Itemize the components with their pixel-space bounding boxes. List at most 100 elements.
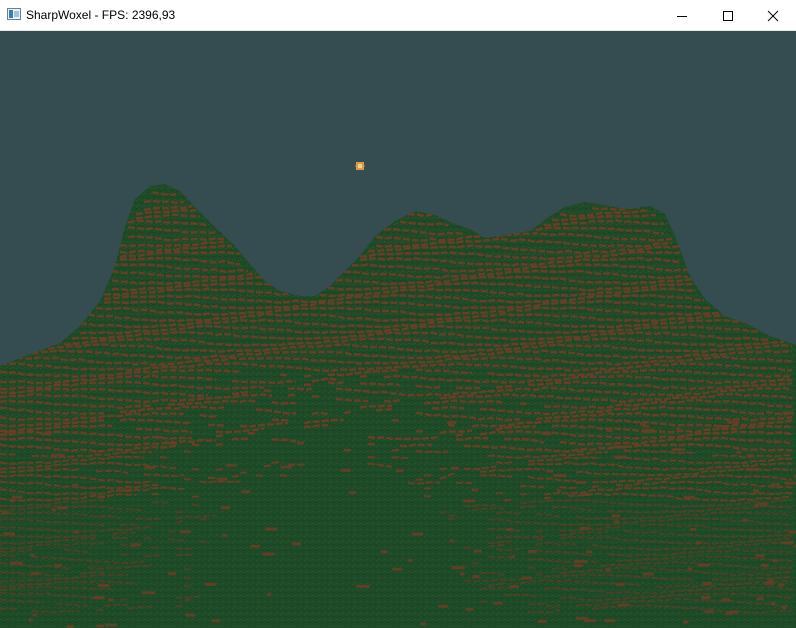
dirt-speck	[604, 619, 616, 623]
dirt-speck	[556, 489, 561, 492]
dirt-speck	[72, 483, 79, 487]
dirt-speck	[579, 526, 590, 530]
dirt-speck	[460, 572, 465, 576]
voxel-terrain-scene	[0, 162, 796, 628]
dirt-speck	[754, 503, 760, 507]
dirt-speck	[546, 469, 554, 473]
window-title: SharpWoxel - FPS: 2396,93	[26, 8, 176, 22]
dirt-speck	[576, 616, 588, 620]
title-bar[interactable]: SharpWoxel - FPS: 2396,93	[0, 0, 796, 31]
dirt-speck	[687, 567, 693, 571]
dirt-speck	[676, 427, 681, 431]
dirt-speck	[700, 595, 711, 599]
maximize-icon	[723, 10, 733, 21]
dirt-speck	[165, 441, 178, 445]
dirt-speck	[614, 520, 619, 524]
dirt-speck	[576, 449, 584, 453]
dirt-speck	[505, 527, 514, 531]
dirt-speck	[420, 622, 426, 626]
dirt-speck	[348, 491, 357, 495]
dirt-speck	[392, 567, 402, 571]
dirt-speck	[696, 541, 702, 545]
dirt-speck	[122, 488, 133, 492]
dirt-speck	[225, 463, 237, 467]
dirt-speck	[510, 555, 516, 559]
sun-icon	[355, 162, 365, 170]
dirt-speck	[130, 543, 142, 547]
dirt-speck	[266, 592, 272, 596]
dirt-speck	[262, 552, 275, 556]
dirt-speck	[778, 583, 785, 587]
dirt-speck	[764, 581, 774, 585]
dirt-speck	[222, 533, 228, 537]
dirt-speck	[743, 518, 748, 522]
minimize-button[interactable]	[659, 0, 705, 31]
app-window-icon	[7, 8, 21, 20]
dirt-speck	[755, 554, 765, 558]
dirt-speck	[438, 604, 449, 608]
dirt-speck	[746, 467, 759, 471]
render-viewport[interactable]	[0, 31, 796, 628]
dirt-speck	[74, 530, 80, 534]
dirt-speck	[586, 550, 593, 554]
dirt-speck	[32, 613, 37, 617]
dirt-speck	[642, 572, 654, 576]
dirt-speck	[789, 530, 796, 534]
dirt-speck	[471, 488, 479, 492]
dirt-speck	[341, 468, 351, 472]
dirt-speck	[770, 601, 775, 605]
dirt-speck	[753, 489, 760, 493]
dirt-speck	[704, 610, 714, 614]
dirt-speck	[575, 481, 586, 484]
dirt-speck	[642, 424, 649, 428]
dirt-speck	[212, 619, 221, 623]
dirt-speck	[57, 506, 68, 510]
dirt-speck	[782, 411, 794, 415]
dirt-speck	[168, 572, 176, 576]
dirt-speck	[697, 563, 710, 567]
dirt-speck	[521, 576, 532, 580]
dirt-speck	[179, 530, 191, 534]
dirt-speck	[411, 532, 423, 536]
dirt-speck	[767, 578, 774, 582]
dirt-speck	[606, 429, 613, 432]
dirt-speck	[781, 606, 787, 610]
dirt-speck	[493, 601, 503, 605]
dirt-speck	[772, 559, 778, 563]
dirt-speck	[51, 508, 56, 512]
dirt-speck	[451, 566, 465, 570]
dirt-speck	[553, 474, 567, 477]
dirt-speck	[12, 495, 23, 499]
dirt-speck	[41, 432, 52, 436]
dirt-speck	[380, 550, 388, 554]
dirt-speck	[784, 481, 796, 485]
dirt-speck	[528, 550, 537, 553]
maximize-button[interactable]	[705, 0, 751, 31]
dirt-speck	[617, 603, 630, 607]
dirt-speck	[781, 541, 794, 545]
dirt-speck	[54, 563, 63, 567]
dirt-speck	[220, 506, 230, 510]
dirt-speck	[725, 611, 733, 615]
close-icon	[767, 10, 779, 21]
dirt-speck	[141, 591, 156, 595]
dirt-speck	[1, 511, 10, 515]
dirt-speck	[297, 441, 305, 445]
dirt-speck	[541, 432, 552, 436]
dirt-speck	[96, 624, 104, 628]
dirt-speck	[721, 598, 730, 602]
dirt-speck	[241, 490, 251, 494]
dirt-speck	[395, 469, 404, 473]
dirt-speck	[408, 559, 413, 562]
dirt-speck	[108, 598, 114, 602]
dirt-speck	[727, 420, 739, 424]
close-button[interactable]	[750, 0, 796, 31]
dirt-speck	[757, 502, 768, 506]
dirt-speck	[746, 454, 754, 458]
dirt-speck	[9, 499, 15, 503]
dirt-speck	[472, 575, 480, 579]
dirt-speck	[671, 448, 685, 452]
dirt-speck	[3, 532, 15, 536]
dirt-speck	[683, 620, 689, 624]
dirt-speck	[449, 539, 455, 543]
